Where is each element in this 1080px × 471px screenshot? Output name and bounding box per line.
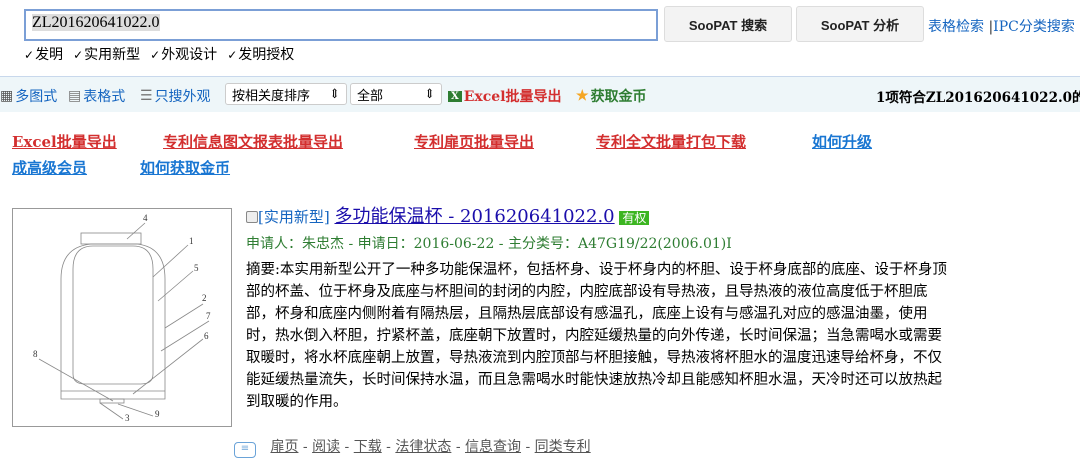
filter-granted[interactable]: ✓发明授权 xyxy=(227,44,294,64)
figure-label: 8 xyxy=(33,349,38,359)
cover-page-link[interactable]: 扉页 xyxy=(270,439,298,455)
scope-select[interactable]: 全部 ⇕ xyxy=(350,83,442,105)
patent-drawing[interactable]: 4 1 5 2 7 6 8 3 9 xyxy=(12,208,232,427)
figure-label: 9 xyxy=(155,409,160,419)
get-coins-link[interactable]: 如何获取金币 xyxy=(140,157,230,178)
document-icon: ≡ xyxy=(234,442,256,458)
soopat-search-button[interactable]: SooPAT 搜索 xyxy=(664,6,792,42)
multi-view-button[interactable]: ▦ 多图式 xyxy=(0,86,57,106)
search-input[interactable]: ZL201620641022.0 xyxy=(24,9,658,41)
abstract-line: 摘要:本实用新型公开了一种多功能保温杯，包括杯身、设于杯身内的杯胆、设于杯身底部… xyxy=(246,262,947,278)
legal-status-link[interactable]: 法律状态 xyxy=(395,439,451,455)
patent-meta: 申请人：朱忠杰 - 申请日：2016-06-22 - 主分类号：A47G19/2… xyxy=(246,236,732,252)
figure-label: 1 xyxy=(189,236,194,246)
result-title-row: [实用新型] 多功能保温杯 - 201620641022.0 有权 xyxy=(246,206,650,229)
sort-select[interactable]: 按相关度排序 ⇕ xyxy=(225,83,347,105)
star-icon: ★ xyxy=(576,88,589,104)
figure-label: 3 xyxy=(125,413,130,423)
chevron-updown-icon: ⇕ xyxy=(329,86,340,102)
figure-label: 7 xyxy=(206,311,211,321)
soopat-analyze-button[interactable]: SooPAT 分析 xyxy=(796,6,924,42)
info-query-link[interactable]: 信息查询 xyxy=(465,439,521,455)
patent-type: [实用新型] xyxy=(258,208,330,226)
figure-label: 4 xyxy=(143,213,148,223)
status-badge: 有权 xyxy=(619,211,650,225)
select-checkbox[interactable] xyxy=(246,211,258,223)
result-links: ≡ 扉页 - 阅读 - 下载 - 法律状态 - 信息查询 - 同类专利 xyxy=(234,436,591,458)
filter-utility[interactable]: ✓实用新型 xyxy=(73,44,140,64)
excel-export-button[interactable]: X Excel批量导出 xyxy=(448,86,562,106)
upgrade-link[interactable]: 如何升级 xyxy=(812,131,872,152)
table-icon: ▤ xyxy=(68,88,82,104)
abstract-line: 取暖时，将水杯底座朝上放置，导热液流到内腔顶部与杯胆接触，导热液将杯胆水的温度迅… xyxy=(246,350,942,366)
cover-export-link[interactable]: 专利扉页批量导出 xyxy=(414,131,534,152)
grid-icon: ▦ xyxy=(0,88,14,104)
fulltext-download-link[interactable]: 专利全文批量打包下载 xyxy=(596,131,746,152)
abstract-line: 时，热水倒入杯胆，拧紧杯盖，底座朝下放置时，内腔延缓热量的向外传递，长时间保温；… xyxy=(246,328,942,344)
result-count: 1项符合ZL201620641022.0的查 xyxy=(876,90,1080,106)
figure-label: 6 xyxy=(204,331,209,341)
abstract-line: 到取暖的作用。 xyxy=(246,394,348,410)
type-filters: ✓发明 ✓实用新型 ✓外观设计 ✓发明授权 xyxy=(24,44,294,64)
abstract-line: 能延缓热量流失，长时间保持水温，而且急需喝水时能快速放热冷却且能感知杯胆水温，天… xyxy=(246,372,942,388)
table-search-link[interactable]: 表格检索 xyxy=(928,19,984,35)
patent-title-link[interactable]: 多功能保温杯 - 201620641022.0 xyxy=(335,206,615,227)
excel-export-link[interactable]: Excel批量导出 xyxy=(12,131,117,152)
figure-label: 5 xyxy=(194,263,199,273)
ipc-search-link[interactable]: IPC分类搜索 xyxy=(993,19,1075,35)
abstract: 摘要:本实用新型公开了一种多功能保温杯，包括杯身、设于杯身内的杯胆、设于杯身底部… xyxy=(246,259,947,413)
figure-label: 2 xyxy=(202,293,207,303)
get-coins-button[interactable]: ★ 获取金币 xyxy=(576,86,647,106)
toolbar: ▦ 多图式 ▤ 表格式 ☰ 只搜外观 按相关度排序 ⇕ 全部 ⇕ X Excel批量导出 ★… xyxy=(0,76,1080,112)
abstract-line: 部，杯身和底座内侧附着有隔热层，且隔热层底部设有感温孔，底座上设有与感温孔对应的… xyxy=(246,306,928,322)
filter-invention[interactable]: ✓发明 xyxy=(24,44,63,64)
filter-design[interactable]: ✓外观设计 xyxy=(150,44,217,64)
list-icon: ☰ xyxy=(140,88,153,104)
read-link[interactable]: 阅读 xyxy=(312,439,340,455)
design-only-button[interactable]: ☰ 只搜外观 xyxy=(140,86,211,106)
upgrade-link-continued[interactable]: 成高级会员 xyxy=(12,157,87,178)
info-report-link[interactable]: 专利信息图文报表批量导出 xyxy=(163,131,343,152)
abstract-line: 部的杯盖、位于杯身及底座与杯胆间的封闭的内腔，内腔底部设有导热液，且导热液的液位… xyxy=(246,284,928,300)
download-link[interactable]: 下载 xyxy=(354,439,382,455)
table-view-button[interactable]: ▤ 表格式 xyxy=(68,86,125,106)
excel-icon: X xyxy=(448,90,462,102)
chevron-updown-icon: ⇕ xyxy=(424,86,435,102)
similar-patents-link[interactable]: 同类专利 xyxy=(535,439,591,455)
